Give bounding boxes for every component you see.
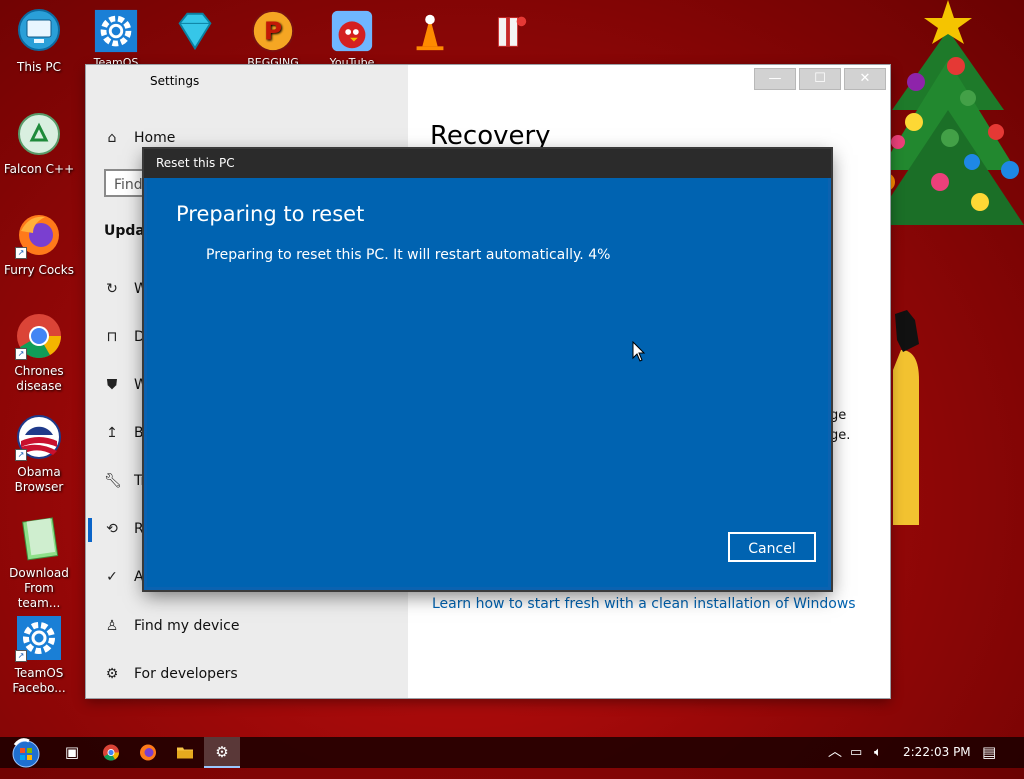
desktop-icon-gift[interactable]: [478, 8, 538, 68]
refresh-icon: ↻: [106, 281, 118, 297]
sidebar-item-troubleshoot[interactable]: 🔧︎ Tr: [104, 473, 146, 489]
desktop-icon-falcon[interactable]: Falcon C++: [1, 110, 77, 177]
shortcut-arrow-icon: ↗: [15, 247, 27, 259]
notepad-icon: [15, 514, 63, 562]
desktop-icon-teamos-facebook[interactable]: ↗ TeamOS Facebo...: [1, 614, 77, 696]
sidebar-item-for-developers[interactable]: ⚙︎ For developers: [104, 666, 238, 682]
mouse-cursor-icon: [632, 341, 646, 362]
shortcut-arrow-icon: ↗: [15, 449, 27, 461]
task-view-icon[interactable]: ▣: [54, 737, 90, 768]
desktop-icon-chrones[interactable]: ↗ Chrones disease: [1, 312, 77, 394]
start-orb-icon[interactable]: [4, 737, 48, 768]
obama-logo-icon: ↗: [15, 413, 63, 461]
desktop-icon-teamos[interactable]: TeamOS: [86, 8, 146, 68]
shortcut-arrow-icon: ↗: [15, 348, 27, 360]
home-icon: ⌂: [107, 130, 117, 146]
p-logo-icon: P: [250, 8, 296, 54]
settings-gear-icon[interactable]: ⚙: [204, 737, 240, 768]
window-title: Settings: [150, 74, 200, 88]
sidebar-item-windows-update[interactable]: ↻ W: [104, 281, 148, 297]
desktop-icon-this-pc[interactable]: This PC: [1, 8, 77, 75]
desktop-icon-cone[interactable]: [400, 8, 460, 68]
action-center-icon[interactable]: ▤: [982, 737, 996, 768]
shield-icon: ⛊: [106, 377, 118, 393]
desktop-icon-obama[interactable]: ↗ Obama Browser: [1, 413, 77, 495]
desktop-icon-begging[interactable]: P BEGGING LOL: [243, 8, 303, 68]
maximize-button[interactable]: ☐: [799, 68, 841, 90]
sidebar-item-security[interactable]: ⛊ W: [104, 377, 148, 393]
firefox-icon: ↗: [15, 211, 63, 259]
dialog-title: Reset this PC: [144, 149, 831, 178]
this-pc-icon: [15, 8, 63, 56]
taskbar-clock[interactable]: 2:22:03 PM: [903, 737, 971, 768]
svg-text:P: P: [264, 17, 282, 46]
desktop-icon-label: Download From team...: [9, 566, 69, 610]
check-circle-icon: ✓: [106, 569, 118, 585]
delivery-icon: ⊓: [106, 329, 118, 345]
close-button[interactable]: ✕: [844, 68, 886, 90]
reset-pc-dialog: Reset this PC Preparing to reset Prepari…: [144, 149, 831, 590]
desktop-icon-furry[interactable]: ↗ Furry Cocks: [1, 211, 77, 278]
sidebar-item-label: For developers: [134, 666, 238, 682]
recycle-bin-icon: [15, 110, 63, 158]
show-hidden-icons-chevron-icon[interactable]: ︿: [828, 737, 842, 768]
angry-bird-icon: [329, 8, 375, 54]
dialog-message: Preparing to reset this PC. It will rest…: [206, 247, 611, 263]
sidebar-item-label: R: [134, 521, 144, 537]
sidebar-item-label: B: [134, 425, 144, 441]
sidebar-item-home[interactable]: ⌂ Home: [104, 130, 176, 146]
developer-tools-icon: ⚙︎: [105, 666, 119, 682]
desktop-icon-diamond[interactable]: [165, 8, 225, 68]
desktop-icon-label: This PC: [17, 60, 61, 74]
desktop-icon-label: TeamOS Facebo...: [12, 666, 66, 695]
gift-icon: [485, 8, 531, 54]
desktop-icon-youtube[interactable]: YouTube: [322, 8, 382, 68]
page-title: Recovery: [430, 121, 551, 151]
sidebar-item-find-my-device[interactable]: ♙ Find my device: [104, 618, 240, 634]
sidebar-item-label: Find my device: [134, 618, 240, 634]
person-icon: ♙: [105, 618, 119, 634]
minimize-button[interactable]: —: [754, 68, 796, 90]
chrome-icon[interactable]: [93, 737, 129, 768]
dialog-body: Preparing to reset Preparing to reset th…: [147, 178, 828, 587]
upload-arrow-icon: ↥: [106, 425, 118, 441]
sidebar-item-activation[interactable]: ✓ A: [104, 569, 144, 585]
selected-indicator: [88, 518, 92, 542]
shortcut-arrow-icon: ↗: [15, 650, 27, 662]
network-icon[interactable]: ▭: [850, 737, 862, 768]
firefox-icon[interactable]: [130, 737, 166, 768]
partial-text-2: ge.: [830, 428, 851, 443]
sidebar-item-backup[interactable]: ↥ B: [104, 425, 144, 441]
learn-fresh-start-link[interactable]: Learn how to start fresh with a clean in…: [432, 596, 856, 612]
christmas-tree-decoration: [872, 0, 1024, 225]
sidebar-item-label: A: [134, 569, 144, 585]
recovery-icon: ⟲: [106, 521, 118, 537]
sidebar-item-delivery[interactable]: ⊓ D: [104, 329, 145, 345]
chrome-icon: ↗: [15, 312, 63, 360]
gear-icon: [93, 8, 139, 54]
taskbar: ▣ ⚙ ︿ ▭ 🔈︎ 2:22:03 PM ▤: [0, 737, 1024, 768]
desktop-icon-label: Chrones disease: [14, 364, 64, 393]
sidebar-item-label: Home: [134, 130, 176, 146]
dialog-heading: Preparing to reset: [176, 202, 365, 226]
cancel-button[interactable]: Cancel: [728, 532, 816, 562]
gear-icon: ↗: [15, 614, 63, 662]
wallpaper-character-arm: [893, 310, 919, 525]
traffic-cone-icon: [407, 8, 453, 54]
desktop-icon-label: Furry Cocks: [4, 263, 74, 277]
partial-text-1: ge: [830, 408, 847, 423]
desktop-icon-label: Obama Browser: [14, 465, 64, 494]
diamond-icon: [172, 8, 218, 54]
volume-icon[interactable]: 🔈︎: [874, 737, 882, 768]
wrench-icon: 🔧︎: [104, 473, 122, 489]
sidebar-item-recovery[interactable]: ⟲ R: [104, 521, 144, 537]
file-explorer-icon[interactable]: [167, 737, 203, 768]
desktop-icon-download[interactable]: Download From team...: [1, 514, 77, 611]
desktop-icon-label: Falcon C++: [3, 162, 75, 176]
